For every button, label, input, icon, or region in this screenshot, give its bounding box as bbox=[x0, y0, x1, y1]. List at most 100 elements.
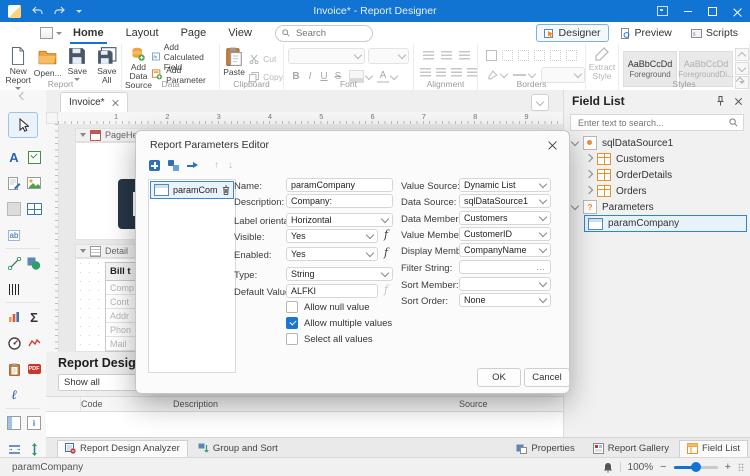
maximize-button[interactable] bbox=[700, 0, 725, 22]
line-style-icon[interactable] bbox=[513, 74, 527, 76]
add-parameter-icon[interactable] bbox=[149, 160, 160, 171]
chevron-down-icon[interactable] bbox=[571, 202, 579, 210]
align-top-icon[interactable] bbox=[423, 51, 434, 60]
font-name-select[interactable] bbox=[288, 48, 365, 64]
pointer-tool[interactable] bbox=[8, 112, 38, 138]
select-all-values-checkbox[interactable]: Select all values bbox=[286, 333, 373, 345]
tab-close-icon[interactable] bbox=[112, 99, 119, 106]
zoom-slider[interactable] bbox=[674, 466, 718, 469]
tab-list-button[interactable] bbox=[531, 94, 549, 111]
tab-view[interactable]: View bbox=[217, 22, 263, 44]
column-header-source[interactable]: Source bbox=[459, 399, 563, 409]
default-value-expression-button[interactable]: f bbox=[384, 283, 388, 296]
dock-tab-field-list[interactable]: Field List bbox=[679, 440, 748, 458]
app-icon[interactable] bbox=[8, 5, 21, 18]
align-left-icon[interactable] bbox=[420, 68, 431, 77]
line-tool[interactable] bbox=[5, 254, 23, 272]
value-member-select[interactable]: CustomerID bbox=[459, 227, 551, 241]
border-all-icon[interactable] bbox=[486, 50, 497, 61]
table-tool[interactable] bbox=[25, 200, 43, 218]
ok-button[interactable]: OK bbox=[477, 368, 521, 387]
shape-tool[interactable] bbox=[25, 254, 43, 272]
allow-multiple-values-checkbox[interactable]: Allow multiple values bbox=[286, 317, 392, 329]
border-bottom-icon[interactable] bbox=[566, 50, 577, 61]
zoom-in-button[interactable]: + bbox=[725, 461, 731, 473]
attachment-tool[interactable] bbox=[5, 360, 23, 378]
designer-button[interactable]: Designer bbox=[536, 24, 609, 42]
tree-item-orders[interactable]: Orders bbox=[564, 183, 750, 199]
page-info-tool[interactable]: i bbox=[25, 414, 43, 432]
sparkline-tool[interactable] bbox=[25, 334, 43, 352]
dialog-close-icon[interactable] bbox=[548, 140, 557, 149]
field-list-search-input[interactable] bbox=[576, 117, 729, 129]
toolbox-collapse-button[interactable] bbox=[0, 95, 46, 99]
chevron-right-icon[interactable] bbox=[585, 154, 593, 162]
delete-parameter-icon[interactable] bbox=[222, 185, 230, 195]
ribbon-collapse-button[interactable] bbox=[737, 76, 743, 87]
zoom-out-button[interactable]: − bbox=[660, 461, 666, 473]
character-comb-tool[interactable]: ab bbox=[5, 226, 23, 244]
align-center-icon[interactable] bbox=[436, 68, 447, 77]
checkbox-tool[interactable] bbox=[25, 148, 43, 166]
tree-item-orderdetails[interactable]: OrderDetails bbox=[564, 167, 750, 183]
column-header-code[interactable]: Code bbox=[81, 399, 173, 409]
enabled-expression-button[interactable]: f bbox=[384, 246, 388, 259]
chevron-down-icon[interactable] bbox=[571, 138, 579, 146]
cut-button[interactable]: Cut bbox=[249, 52, 283, 65]
redo-icon[interactable] bbox=[54, 6, 65, 16]
checkbox-unchecked-icon[interactable] bbox=[286, 333, 298, 345]
cancel-button[interactable]: Cancel bbox=[524, 368, 570, 387]
align-bottom-icon[interactable] bbox=[459, 51, 470, 60]
pdf-content-tool[interactable]: PDF bbox=[25, 360, 43, 378]
default-value-input[interactable]: ALFKI bbox=[286, 284, 378, 298]
data-source-select[interactable]: sqlDataSource1 bbox=[459, 194, 551, 208]
styles-scroll-down-button[interactable] bbox=[735, 62, 749, 75]
picture-box-tool[interactable] bbox=[25, 174, 43, 192]
border-right-icon[interactable] bbox=[550, 50, 561, 61]
label-orientation-select[interactable]: Horizontal bbox=[286, 213, 393, 227]
chart-tool[interactable] bbox=[5, 308, 23, 326]
font-size-select[interactable] bbox=[368, 48, 409, 64]
filter-string-editor[interactable]: … bbox=[459, 260, 551, 274]
page-break-tool[interactable] bbox=[5, 440, 23, 458]
tree-item-customers[interactable]: Customers bbox=[564, 151, 750, 167]
panel-tool[interactable] bbox=[5, 200, 23, 218]
align-justify-icon[interactable] bbox=[467, 68, 478, 77]
border-color-caret-icon[interactable] bbox=[499, 70, 507, 78]
ribbon-options-button[interactable] bbox=[650, 0, 675, 22]
search-input[interactable] bbox=[294, 27, 353, 40]
label-tool[interactable]: A bbox=[5, 148, 23, 166]
band-collapse-icon[interactable] bbox=[80, 249, 86, 253]
parameter-list[interactable]: paramCompany bbox=[148, 179, 236, 373]
description-input[interactable]: Company: bbox=[286, 194, 393, 208]
value-source-select[interactable]: Dynamic List bbox=[459, 178, 551, 192]
chevron-right-icon[interactable] bbox=[585, 186, 593, 194]
parameter-list-item[interactable]: paramCompany bbox=[150, 181, 234, 199]
border-top-icon[interactable] bbox=[534, 50, 545, 61]
subreport-tool[interactable] bbox=[5, 414, 23, 432]
band-collapse-icon[interactable] bbox=[80, 133, 86, 137]
qat-customize-caret-icon[interactable] bbox=[76, 10, 82, 13]
checkbox-checked-icon[interactable] bbox=[286, 317, 298, 329]
ribbon-search-box[interactable] bbox=[275, 25, 373, 42]
ellipsis-button[interactable]: … bbox=[536, 262, 546, 272]
undo-icon[interactable] bbox=[32, 6, 43, 16]
zoom-slider-thumb[interactable] bbox=[691, 462, 701, 472]
preview-button[interactable]: Preview bbox=[612, 24, 680, 42]
type-select[interactable]: String bbox=[286, 267, 393, 281]
close-panel-icon[interactable] bbox=[734, 97, 742, 105]
tab-home[interactable]: Home bbox=[62, 22, 115, 44]
line-style-caret-icon[interactable] bbox=[528, 70, 536, 78]
checkbox-unchecked-icon[interactable] bbox=[286, 301, 298, 313]
dock-tab-report-design-analyzer[interactable]: Report Design Analyzer bbox=[57, 440, 188, 458]
align-middle-icon[interactable] bbox=[441, 51, 452, 60]
document-tab-invoice[interactable]: Invoice* bbox=[60, 92, 128, 112]
dock-tab-group-and-sort[interactable]: Group and Sort bbox=[190, 440, 286, 458]
scripts-button[interactable]: s Scripts bbox=[683, 24, 746, 42]
move-up-icon[interactable]: ↑ bbox=[214, 160, 219, 171]
visible-expression-button[interactable]: f bbox=[384, 228, 388, 241]
border-inside-icon[interactable] bbox=[502, 50, 513, 61]
add-calculated-field-button[interactable]: fx Add Calculated Field bbox=[152, 50, 219, 63]
tree-item-sqldatasource1[interactable]: sqlDataSource1 bbox=[564, 135, 750, 151]
data-member-select[interactable]: Customers bbox=[459, 211, 551, 225]
